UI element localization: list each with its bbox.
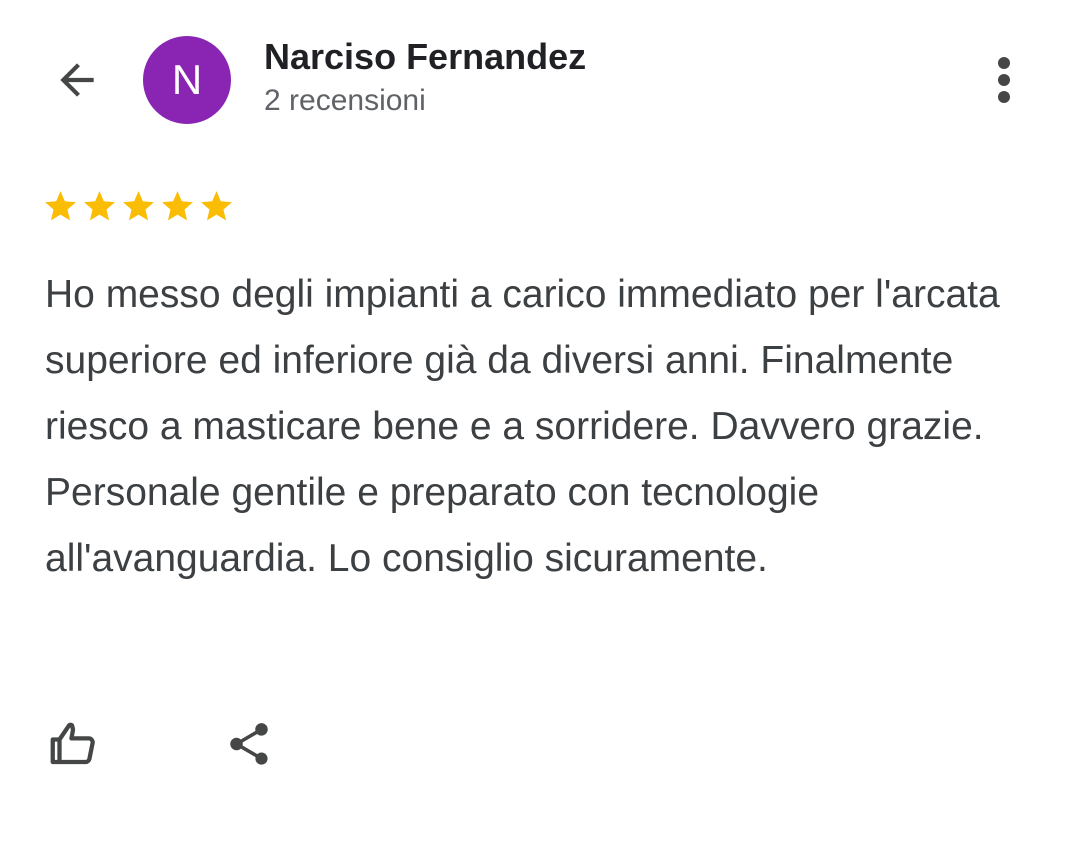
thumb-up-icon [50,722,95,765]
star-filled-icon [84,191,115,221]
arrow-back-icon [60,63,94,97]
avatar[interactable]: N [143,36,231,124]
review-header: N Narciso Fernandez 2 recensioni [0,0,1080,160]
like-button[interactable] [40,712,106,776]
back-button[interactable] [46,52,108,108]
share-icon [230,723,268,765]
more-vert-icon [998,57,1010,103]
avatar-initial: N [171,56,203,103]
reviewer-review-count: 2 recensioni [264,84,426,117]
review-text: Ho messo degli impianti a carico immedia… [45,273,1000,580]
reviewer-name[interactable]: Narciso Fernandez [264,36,586,78]
star-filled-icon [123,191,154,221]
share-button[interactable] [216,712,282,776]
star-filled-icon [45,191,76,221]
review-actions [40,712,340,776]
more-options-button[interactable] [976,50,1032,110]
star-rating [42,188,235,225]
star-filled-icon [201,191,232,221]
star-filled-icon [162,191,193,221]
